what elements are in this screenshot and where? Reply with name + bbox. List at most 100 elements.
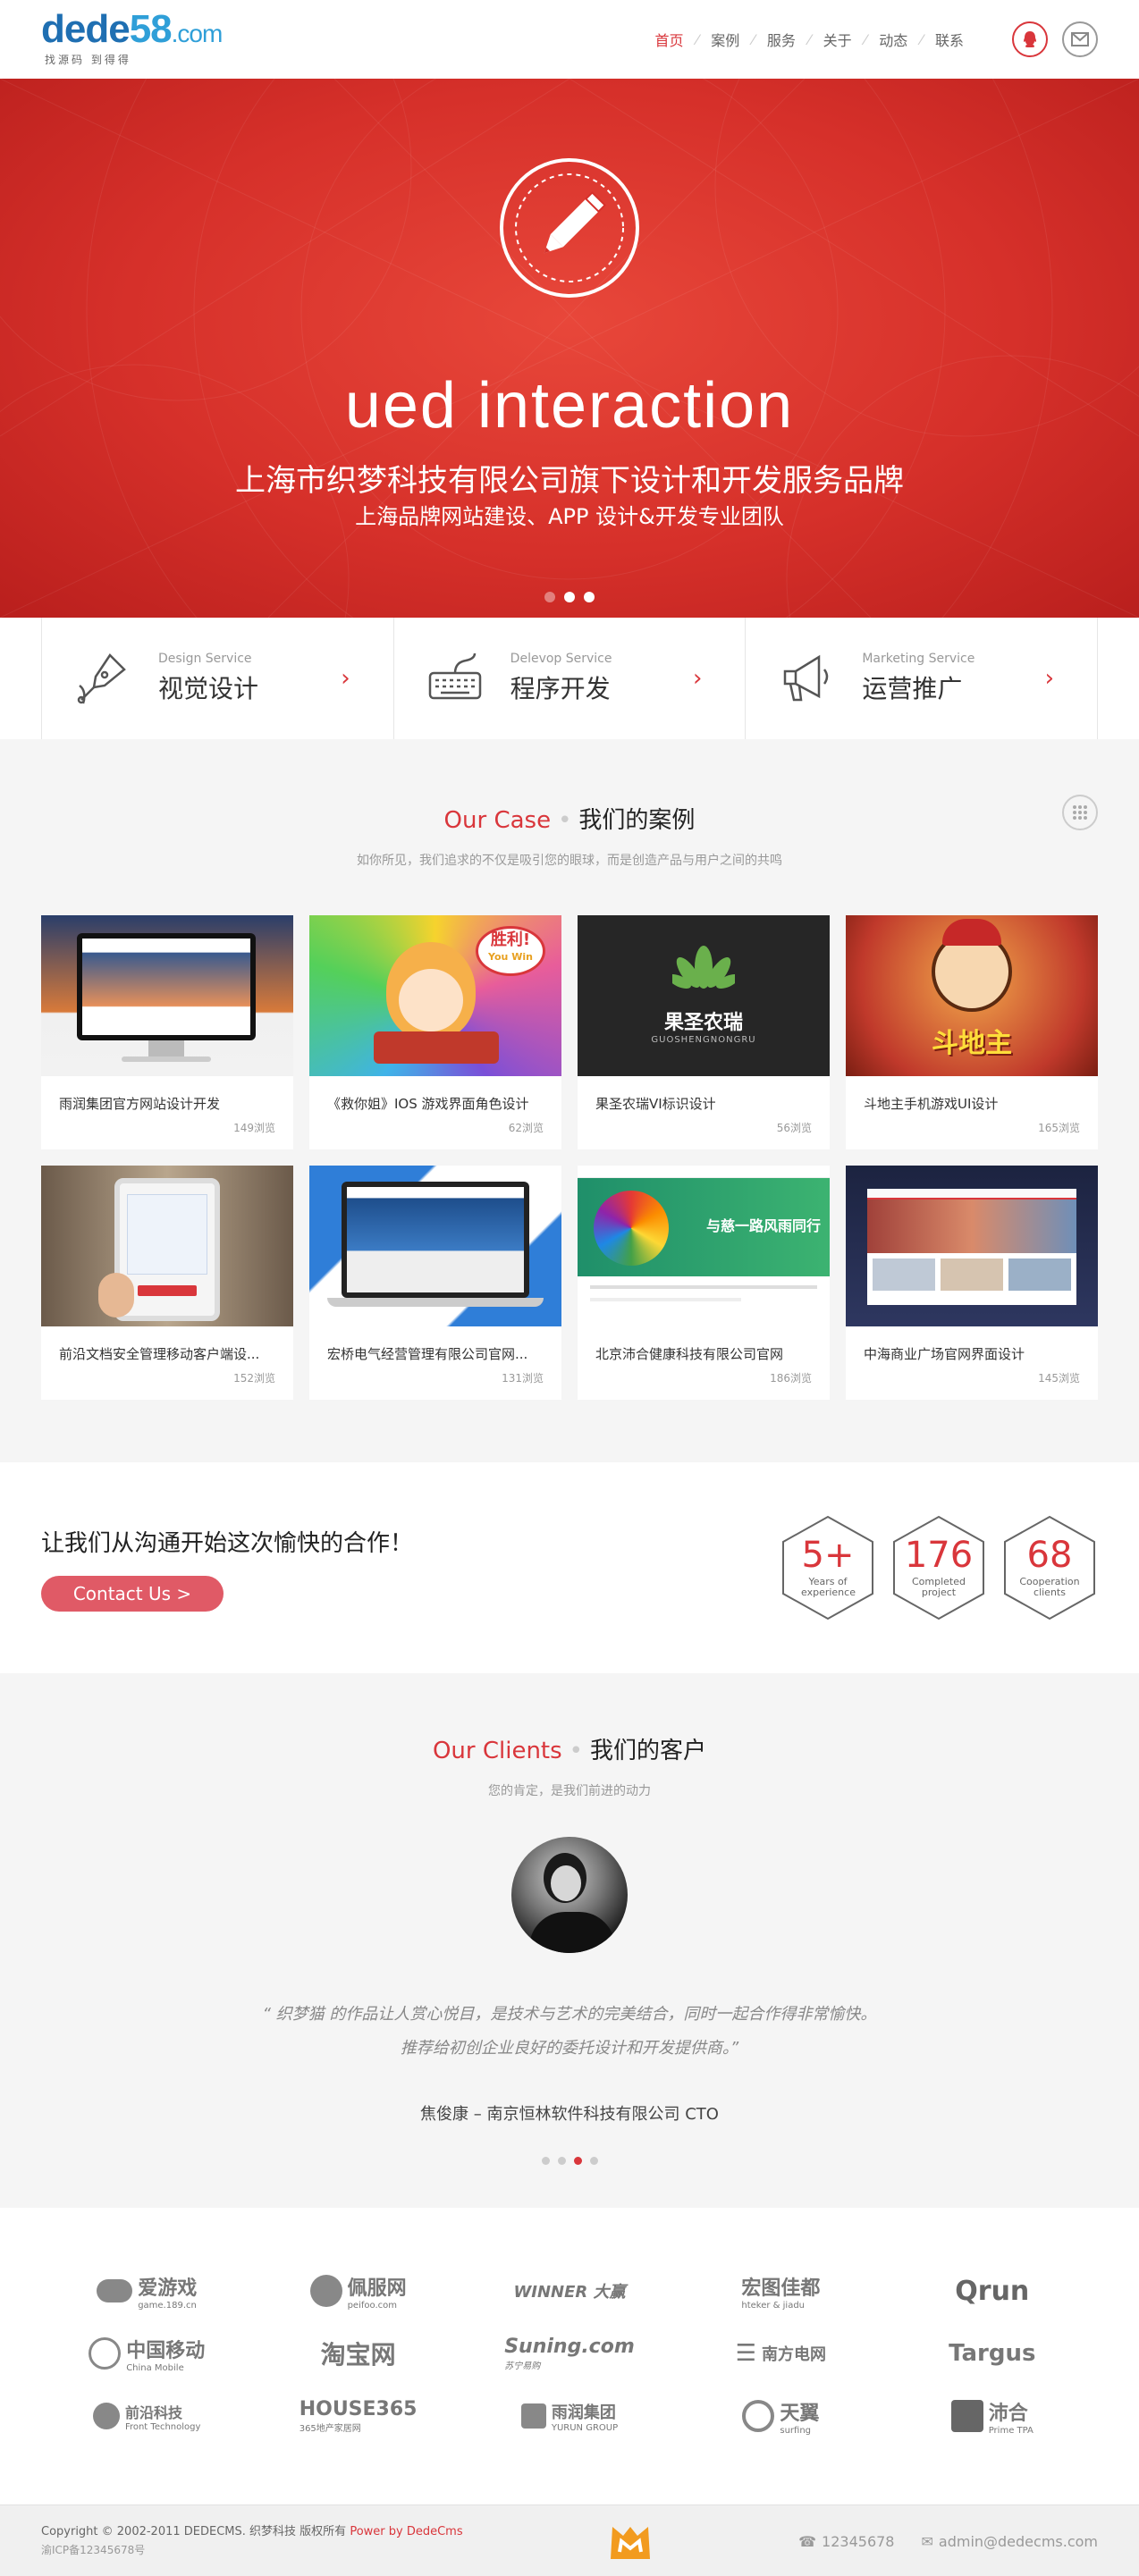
partner-name: 雨润集团	[551, 2403, 616, 2422]
case-card[interactable]: 中海商业广场官网界面设计 145浏览	[846, 1166, 1098, 1400]
case-title-text: 北京沛合健康科技有限公司官网	[595, 1346, 784, 1362]
brand-name-cn: 果圣农瑞	[663, 1012, 743, 1034]
partner-name: 爱游戏	[138, 2277, 198, 2300]
footer-email[interactable]: ✉ admin@dedecms.com	[921, 2533, 1098, 2550]
nav-cases[interactable]: 案例	[698, 29, 752, 50]
phone-number: 12345678	[822, 2532, 895, 2550]
partner-logo[interactable]: 中国移动 China Mobile	[41, 2333, 252, 2374]
game-title-text: 斗地主	[932, 1028, 1012, 1059]
partner-logo[interactable]: 淘宝网	[252, 2333, 463, 2374]
testimonial-dot-active[interactable]	[573, 2157, 582, 2165]
site-logo[interactable]: dede58.com 找源码 到得得	[41, 10, 224, 67]
partner-name: Targus	[949, 2340, 1036, 2367]
testimonial-dot[interactable]	[541, 2157, 550, 2165]
hero-subtitle: 上海品牌网站建设、APP 设计&开发专业团队	[355, 504, 784, 529]
case-card[interactable]: 斗地主 斗地主手机游戏UI设计 165浏览	[846, 915, 1098, 1149]
nav-news[interactable]: 动态	[866, 29, 920, 50]
case-thumbnail	[846, 1166, 1098, 1326]
icp-number[interactable]: 渝ICP备12345678号	[41, 2541, 463, 2559]
stat-years: 5+ Years of experience	[780, 1514, 876, 1621]
nav-about[interactable]: 关于	[811, 29, 865, 50]
service-en-label: Marketing Service	[862, 652, 975, 666]
keyboard-icon	[428, 652, 481, 700]
partner-logo[interactable]: 天翼 surfing	[675, 2395, 886, 2437]
partner-logo[interactable]: 前沿科技 Front Technology	[41, 2395, 252, 2437]
case-thumbnail: 斗地主	[846, 915, 1098, 1076]
service-design[interactable]: Design Service 视觉设计 ›	[41, 618, 393, 739]
footer-phone: ☎ 12345678	[798, 2533, 894, 2550]
contact-us-button[interactable]: Contact Us >	[41, 1575, 224, 1612]
stat-clients: 68 Cooperation clients	[1001, 1514, 1098, 1621]
service-en-label: Delevop Service	[510, 652, 612, 666]
logo-domain: .com	[171, 20, 224, 47]
case-card[interactable]: 前沿文档安全管理移动客户端设... 152浏览	[41, 1166, 293, 1400]
stat-label: Completed project	[912, 1576, 966, 1598]
case-card[interactable]: 果圣农瑞 GUOSHENGNONGRU 果圣农瑞VI标识设计 56浏览	[578, 915, 830, 1149]
case-card[interactable]: 雨润集团官方网站设计开发 149浏览	[41, 915, 293, 1149]
partner-logo[interactable]: WINNER 大赢	[464, 2270, 675, 2311]
case-card[interactable]: 宏桥电气经营管理有限公司官网... 131浏览	[309, 1166, 561, 1400]
hero-pagination	[0, 592, 1139, 602]
partner-logo[interactable]: ☰ 南方电网	[675, 2333, 886, 2374]
case-thumbnail	[41, 915, 293, 1076]
case-card[interactable]: 与慈一路风雨同行 北京沛合健康科技有限公司官网 186浏览	[578, 1166, 830, 1400]
partner-logo[interactable]: Suning.com 苏宁易购	[464, 2333, 675, 2374]
power-by-link[interactable]: Power by DedeCms	[350, 2525, 462, 2538]
partner-sub: surfing	[780, 2425, 812, 2436]
stat-number: 176	[904, 1535, 974, 1576]
partner-name: 佩服网	[347, 2277, 407, 2300]
service-develop[interactable]: Delevop Service 程序开发 ›	[392, 618, 746, 739]
hero-dot[interactable]	[584, 592, 595, 602]
view-all-cases-button[interactable]	[1062, 795, 1098, 830]
hero-dot-active[interactable]	[564, 592, 575, 602]
case-views: 62浏览	[508, 1122, 544, 1134]
partner-logo[interactable]: 宏图佳都 hteker & jiadu	[675, 2270, 886, 2311]
hero-title-en: ued interaction	[344, 370, 795, 442]
partner-sub: Front Technology	[124, 2421, 201, 2432]
case-title-cn: 我们的案例	[578, 807, 696, 834]
partner-name: 中国移动	[126, 2339, 206, 2362]
partner-logo[interactable]: 佩服网 peifoo.com	[252, 2270, 463, 2311]
testimonial-pagination	[0, 2157, 1139, 2165]
mail-icon: ✉	[921, 2532, 933, 2550]
logo-tagline: 找源码 到得得	[45, 54, 131, 66]
partner-logo[interactable]: 爱游戏 game.189.cn	[41, 2270, 252, 2311]
services-bar: Design Service 视觉设计 › Delevop Service 程序…	[0, 618, 1139, 739]
pen-icon	[77, 653, 126, 704]
partner-logo[interactable]: Qrun	[887, 2270, 1098, 2311]
case-thumbnail	[41, 1166, 293, 1326]
testimonial-dot[interactable]	[589, 2157, 598, 2165]
mail-button[interactable]	[1062, 21, 1098, 57]
service-cn-label: 运营推广	[862, 674, 963, 703]
client-avatar	[511, 1837, 628, 1953]
stat-label: Years of experience	[801, 1576, 856, 1598]
nav-home[interactable]: 首页	[643, 29, 696, 50]
partner-logo[interactable]: Targus	[887, 2333, 1098, 2374]
case-views: 152浏览	[233, 1372, 275, 1385]
case-views: 165浏览	[1038, 1122, 1080, 1134]
partner-name: 天翼	[780, 2402, 820, 2425]
qq-button[interactable]	[1012, 21, 1048, 57]
nav-contact[interactable]: 联系	[923, 29, 976, 50]
header: dede58.com 找源码 到得得 首页 ⁄ 案例 ⁄ 服务 ⁄ 关于 ⁄ 动…	[0, 0, 1139, 79]
partner-sub: game.189.cn	[138, 2300, 197, 2311]
case-card[interactable]: 胜利! You Win 《救你姐》IOS 游戏界面角色设计 62浏览	[309, 915, 561, 1149]
partner-logo[interactable]: HOUSE365 365地产家居网	[252, 2395, 463, 2437]
hero-dot[interactable]	[544, 592, 555, 602]
nav-services[interactable]: 服务	[755, 29, 808, 50]
testimonial-quote: “ 织梦猫 的作品让人赏心悦目，是技术与艺术的完美结合，同时一起合作得非常愉快。…	[262, 2005, 877, 2058]
case-views: 145浏览	[1038, 1372, 1080, 1385]
stats-group: 5+ Years of experience 176 Completed pro…	[780, 1514, 1098, 1621]
partner-logo[interactable]: 沛合 Prime TPA	[887, 2395, 1098, 2437]
banner-slogan: 与慈一路风雨同行	[705, 1217, 821, 1234]
case-thumbnail	[309, 1166, 561, 1326]
service-marketing[interactable]: Marketing Service 运营推广 ›	[745, 618, 1099, 739]
service-cn-label: 程序开发	[510, 674, 611, 703]
contact-cta-section: 让我们从沟通开始这次愉快的合作！ Contact Us > 5+ Years o…	[0, 1462, 1139, 1673]
partner-sub: peifoo.com	[347, 2300, 397, 2311]
testimonial-dot[interactable]	[557, 2157, 566, 2165]
case-thumbnail: 与慈一路风雨同行	[578, 1166, 830, 1326]
partner-logo[interactable]: 雨润集团 YURUN GROUP	[464, 2395, 675, 2437]
clients-section: Our Clients • 我们的客户 您的肯定，是我们前进的动力 “ 织梦猫 的作…	[0, 1673, 1139, 2208]
case-title-text: 《救你姐》IOS 游戏界面角色设计	[327, 1096, 529, 1112]
